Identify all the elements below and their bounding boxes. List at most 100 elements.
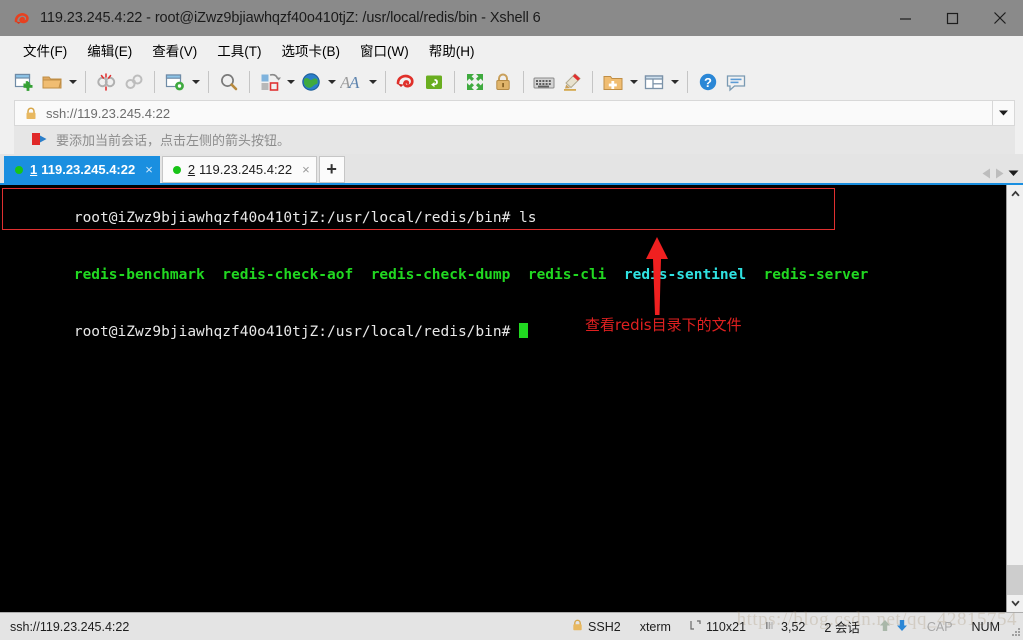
status-sessions: 2 会话 bbox=[824, 621, 860, 635]
terminal-line-3: root@iZwz9bjiawhqzf40o410tjZ:/usr/local/… bbox=[4, 304, 1006, 361]
file-redis-check-aof: redis-check-aof bbox=[222, 267, 354, 283]
layout-button[interactable] bbox=[640, 67, 668, 97]
status-right-group: SSH2 xterm 110x21 3,52 2 会话 CAP NUM bbox=[565, 617, 1007, 636]
cursor-position-icon bbox=[765, 620, 776, 634]
menu-tabs[interactable]: 选项卡(B) bbox=[273, 36, 350, 64]
add-folder-dropdown[interactable] bbox=[627, 68, 640, 96]
minimize-button[interactable] bbox=[882, 0, 929, 36]
close-button[interactable] bbox=[976, 0, 1023, 36]
find-icon-button[interactable] bbox=[215, 67, 243, 97]
screen-size-icon bbox=[690, 619, 701, 634]
status-size-cell: 110x21 bbox=[683, 620, 753, 634]
session-hint-text: 要添加当前会话，点击左侧的箭头按钮。 bbox=[56, 133, 291, 148]
xftp-button[interactable] bbox=[392, 67, 420, 97]
toolbar: A A ? bbox=[0, 64, 1023, 100]
tab-status-dot bbox=[15, 165, 23, 174]
feedback-button[interactable] bbox=[722, 67, 750, 97]
status-cursor-position: 3,52 bbox=[781, 619, 806, 634]
menu-edit[interactable]: 编辑(E) bbox=[78, 36, 141, 64]
globe-button[interactable] bbox=[297, 67, 325, 97]
transfer-file-button[interactable] bbox=[256, 67, 284, 97]
scrollbar-track[interactable] bbox=[1007, 202, 1023, 595]
session-properties-dropdown[interactable] bbox=[189, 68, 202, 96]
toolbar-separator bbox=[523, 71, 524, 93]
file-redis-check-dump: redis-check-dump bbox=[370, 267, 511, 283]
scroll-down-button[interactable] bbox=[1007, 595, 1023, 612]
arrow-flag-icon bbox=[31, 132, 48, 147]
window-title: 119.23.245.4:22 - root@iZwz9bjiawhqzf40o… bbox=[40, 10, 541, 26]
status-num-cell: NUM bbox=[965, 620, 1007, 634]
terminal-line-1: root@iZwz9bjiawhqzf40o410tjZ:/usr/local/… bbox=[4, 190, 1006, 247]
layout-dropdown[interactable] bbox=[668, 68, 681, 96]
status-emulation-cell: xterm bbox=[633, 620, 678, 634]
address-dropdown-button[interactable] bbox=[993, 100, 1015, 126]
toolbar-separator bbox=[592, 71, 593, 93]
tab-status-dot bbox=[172, 165, 181, 174]
help-button[interactable]: ? bbox=[694, 67, 722, 97]
font-dropdown[interactable] bbox=[366, 68, 379, 96]
window-controls bbox=[882, 0, 1023, 36]
menu-file[interactable]: 文件(F) bbox=[14, 36, 76, 64]
tab-session-1[interactable]: 1 119.23.245.4:22 × bbox=[4, 156, 160, 183]
lock-icon bbox=[25, 107, 37, 120]
menu-tools[interactable]: 工具(T) bbox=[208, 36, 270, 64]
font-button[interactable]: A A bbox=[338, 67, 366, 97]
xagent-button[interactable] bbox=[420, 67, 448, 97]
add-folder-button[interactable] bbox=[599, 67, 627, 97]
open-folder-dropdown[interactable] bbox=[66, 68, 79, 96]
menu-help[interactable]: 帮助(H) bbox=[420, 36, 484, 64]
transfer-file-dropdown[interactable] bbox=[284, 68, 297, 96]
keyboard-button[interactable] bbox=[530, 67, 558, 97]
tab-close-icon[interactable]: × bbox=[302, 163, 310, 176]
terminal-prompt-command: root@iZwz9bjiawhqzf40o410tjZ:/usr/local/… bbox=[73, 210, 537, 226]
address-bar[interactable]: ssh://119.23.245.4:22 bbox=[14, 100, 993, 126]
toolbar-separator bbox=[208, 71, 209, 93]
tab-bar-controls bbox=[982, 168, 1019, 179]
svg-text:A: A bbox=[348, 73, 360, 92]
new-session-button[interactable] bbox=[10, 67, 38, 97]
terminal-vertical-scrollbar[interactable] bbox=[1006, 185, 1023, 612]
tab-number: 2 bbox=[187, 162, 196, 177]
lock-icon bbox=[572, 619, 583, 634]
session-hint-bar: 要添加当前会话，点击左侧的箭头按钮。 bbox=[14, 126, 1015, 154]
scroll-up-button[interactable] bbox=[1007, 185, 1023, 202]
session-properties-button[interactable] bbox=[161, 67, 189, 97]
xshell-app-icon bbox=[12, 8, 32, 28]
status-emulation: xterm bbox=[639, 619, 671, 634]
xshell-window: 119.23.245.4:22 - root@iZwz9bjiawhqzf40o… bbox=[0, 0, 1023, 640]
scrollbar-thumb[interactable] bbox=[1007, 565, 1023, 595]
chevron-right-icon[interactable] bbox=[995, 168, 1004, 179]
connect-button[interactable] bbox=[120, 67, 148, 97]
lock-button[interactable] bbox=[489, 67, 517, 97]
resize-grip[interactable] bbox=[1009, 626, 1021, 638]
new-tab-button[interactable]: + bbox=[318, 156, 345, 183]
terminal-screen[interactable]: root@iZwz9bjiawhqzf40o410tjZ:/usr/local/… bbox=[0, 185, 1006, 612]
status-cap-cell: CAP bbox=[920, 620, 960, 634]
toolbar-separator bbox=[385, 71, 386, 93]
file-redis-benchmark: redis-benchmark bbox=[73, 267, 205, 283]
menu-window[interactable]: 窗口(W) bbox=[351, 36, 418, 64]
globe-dropdown[interactable] bbox=[325, 68, 338, 96]
maximize-button[interactable] bbox=[929, 0, 976, 36]
tab-session-2[interactable]: 2 119.23.245.4:22 × bbox=[161, 156, 317, 183]
chevron-left-icon[interactable] bbox=[982, 168, 991, 179]
open-folder-button[interactable] bbox=[38, 67, 66, 97]
tab-list-dropdown-icon[interactable] bbox=[1008, 170, 1019, 177]
menu-view[interactable]: 查看(V) bbox=[143, 36, 206, 64]
toolbar-separator bbox=[454, 71, 455, 93]
terminal-cursor bbox=[519, 323, 529, 338]
tab-label: 119.23.245.4:22 bbox=[199, 162, 293, 177]
toolbar-separator bbox=[85, 71, 86, 93]
tab-close-icon[interactable]: × bbox=[145, 163, 153, 176]
status-cap: CAP bbox=[926, 619, 953, 634]
tab-label: 119.23.245.4:22 bbox=[41, 162, 136, 177]
fullscreen-button[interactable] bbox=[461, 67, 489, 97]
tab-number: 1 bbox=[30, 162, 38, 177]
toolbar-separator bbox=[249, 71, 250, 93]
disconnect-button[interactable] bbox=[92, 67, 120, 97]
highlight-button[interactable] bbox=[558, 67, 586, 97]
